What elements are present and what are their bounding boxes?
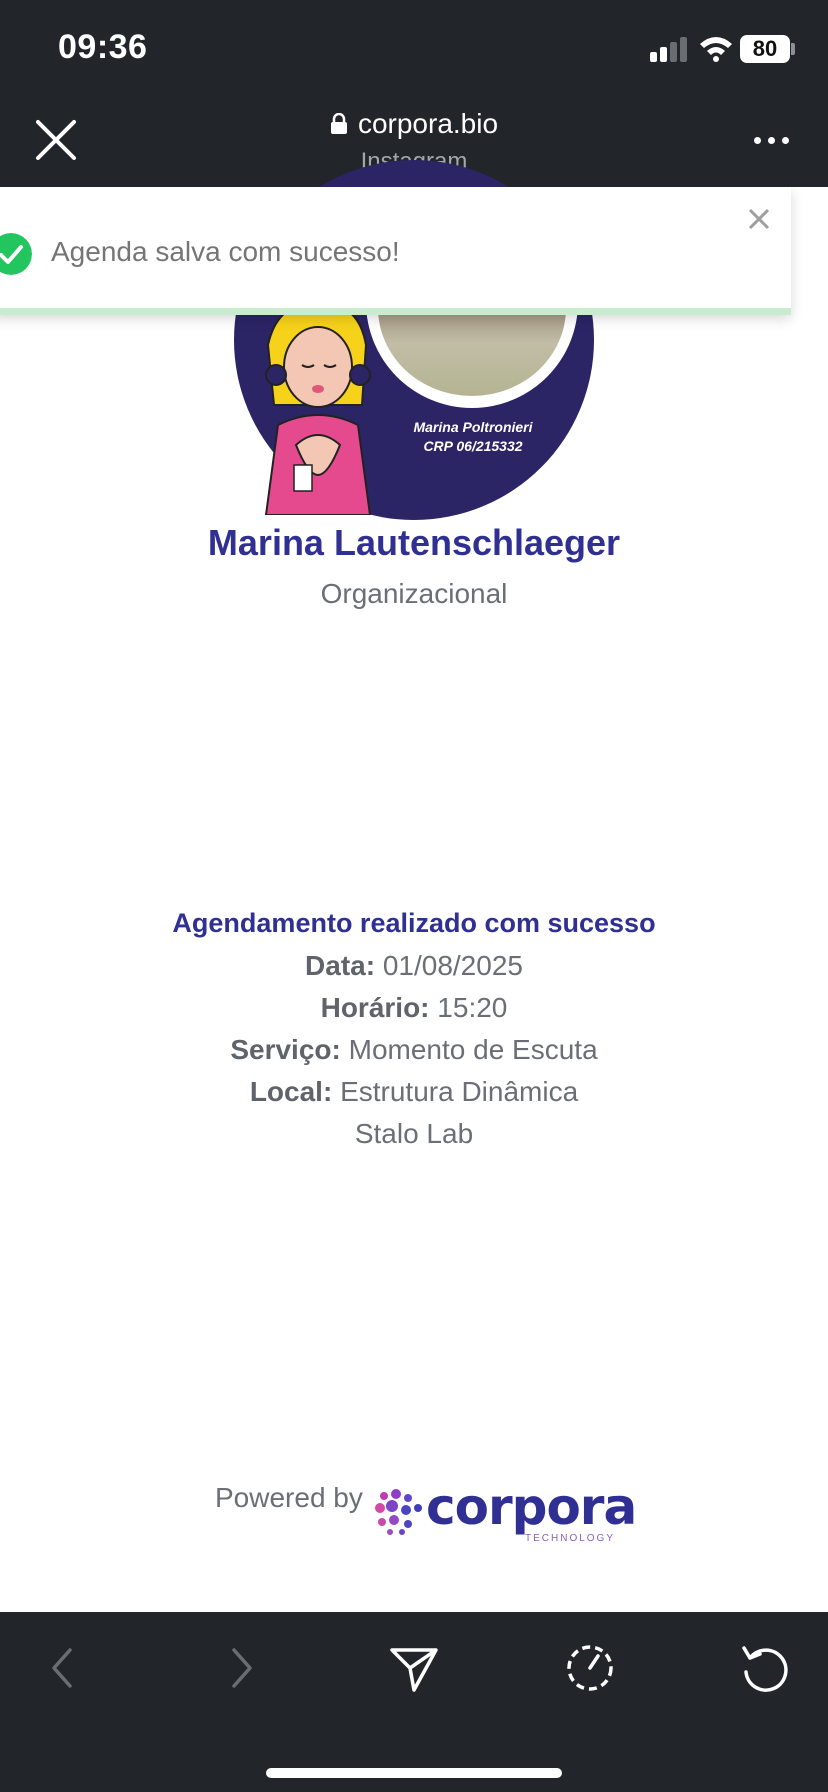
url-text: corpora.bio (357, 108, 499, 139)
toast-progress-bar (0, 308, 791, 315)
powered-by-label: Powered by (215, 1482, 363, 1513)
forward-icon[interactable] (212, 1640, 268, 1696)
reload-icon[interactable] (736, 1640, 792, 1696)
more-options-icon[interactable] (754, 128, 794, 152)
battery-indicator: 80 (740, 35, 790, 63)
signal-icon (650, 36, 690, 62)
professional-role: Organizacional (320, 578, 508, 609)
status-time: 09:36 (58, 28, 148, 66)
service-row: Serviço: Momento de Escuta (230, 1034, 598, 1065)
corpora-brand-sub: TECHNOLOGY (525, 1533, 616, 1544)
time-row: Horário: 15:20 (320, 992, 508, 1023)
confirmation-title: Agendamento realizado com sucesso (172, 908, 656, 938)
date-row: Data: 01/08/2025 (305, 950, 523, 981)
browser-bottom-bar (0, 1612, 828, 1792)
corpora-logo-icon[interactable] (372, 1486, 424, 1538)
toast-close-icon[interactable] (747, 207, 771, 231)
professional-name: Marina Lautenschlaeger (207, 522, 621, 563)
back-icon[interactable] (36, 1640, 92, 1696)
url-bar[interactable]: corpora.bio (0, 108, 828, 140)
share-send-icon[interactable] (386, 1640, 442, 1696)
toast-message: Agenda salva com sucesso! (51, 236, 400, 267)
location-row: Local: Estrutura Dinâmica (249, 1076, 579, 1107)
home-indicator[interactable] (266, 1768, 562, 1778)
photo-caption: Marina Poltronieri CRP 06/215332 (413, 419, 533, 454)
lock-icon (330, 113, 347, 134)
location-extra: Stalo Lab (354, 1118, 474, 1149)
corpora-brand[interactable]: corpora (426, 1478, 637, 1536)
wifi-icon (700, 37, 732, 62)
battery-tip (791, 43, 795, 55)
cartoon-illustration (264, 305, 372, 515)
timer-icon[interactable] (562, 1640, 618, 1696)
